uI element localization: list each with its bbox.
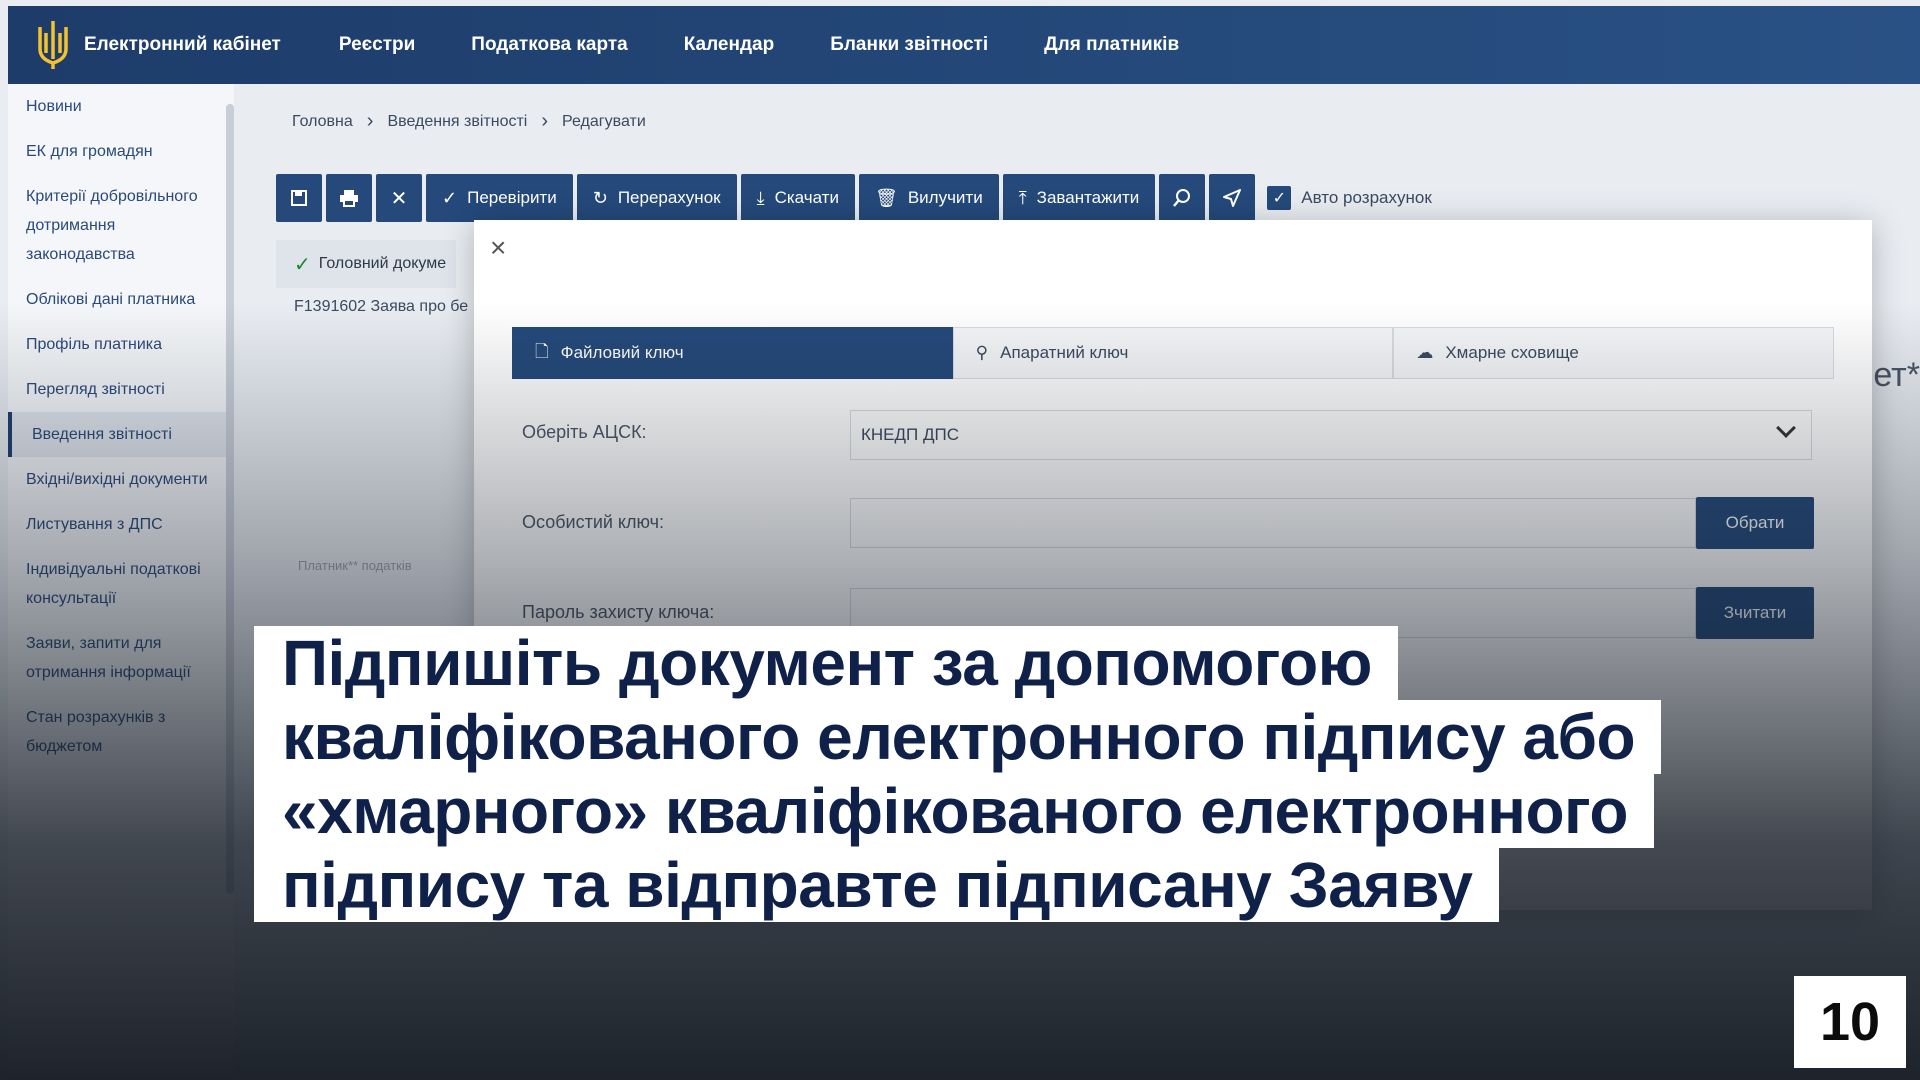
search-icon <box>1173 189 1191 207</box>
trash-icon: 🗑 <box>874 187 898 208</box>
private-key-label: Особистий ключ: <box>522 512 664 532</box>
caption-line: «хмарного» кваліфікованого електронного <box>254 774 1654 848</box>
nav-e-cabinet[interactable]: Електронний кабінет <box>84 34 281 56</box>
breadcrumb-edit: Редагувати <box>562 112 646 130</box>
nav-calendar[interactable]: Календар <box>684 34 775 56</box>
key-type-tabs: 🗋 Файловий ключ ⚲ Апаратний ключ ☁ Хмарн… <box>512 327 1835 379</box>
printer-icon <box>340 190 358 207</box>
sidebar-item-enter-reports[interactable]: Введення звітності <box>8 412 226 457</box>
caption-line: кваліфікованого електронного підпису або <box>254 700 1662 774</box>
main-document-tab[interactable]: ✓ Головний докуме <box>276 240 456 288</box>
nav-report-forms[interactable]: Бланки звітності <box>830 34 988 56</box>
toolbar: ✕ ✓ Перевірити ↻ Перерахунок ⤓ Скачати 🗑… <box>276 174 1432 222</box>
sidebar-item-budget-status[interactable]: Стан розрахунків з бюджетом <box>8 695 226 769</box>
refresh-icon: ↻ <box>592 187 608 208</box>
send-button[interactable] <box>1209 174 1256 222</box>
auto-calc-checkbox[interactable]: ✓ Авто розрахунок <box>1267 186 1432 210</box>
document-name: F1391602 Заява про бе <box>294 298 469 315</box>
sidebar: Новини ЕК для громадян Критерії добровіл… <box>8 84 234 1080</box>
breadcrumb-enter-reports[interactable]: Введення звітності <box>387 113 527 131</box>
sidebar-item-news[interactable]: Новини <box>8 84 226 129</box>
sidebar-item-payer-profile[interactable]: Профіль платника <box>8 322 226 367</box>
step-number-badge: 10 <box>1794 976 1906 1068</box>
upload-icon: ⤒ <box>1018 187 1027 208</box>
close-icon[interactable]: × <box>490 232 506 264</box>
nav-tax-map[interactable]: Податкова карта <box>471 34 627 56</box>
file-icon: 🗋 <box>535 341 549 361</box>
breadcrumb: Головна › Введення звітності › Редагуват… <box>292 110 646 133</box>
acsk-label: Оберіть АЦСК: <box>522 422 647 442</box>
caption-line: підпису та відправте підписану Заяву <box>254 848 1499 922</box>
checkmark-icon: ✓ <box>294 253 311 276</box>
title-fragment: ет* <box>1873 356 1920 394</box>
download-icon: ⤓ <box>756 187 765 208</box>
sidebar-item-view-reports[interactable]: Перегляд звітності <box>8 367 226 412</box>
nav-registers[interactable]: Реєстри <box>339 34 415 56</box>
sidebar-item-payer-data[interactable]: Облікові дані платника <box>8 277 226 322</box>
choose-key-button[interactable]: Обрати <box>1696 497 1814 549</box>
check-icon: ✓ <box>442 187 458 208</box>
key-icon: ⚲ <box>975 343 989 362</box>
tab-file-key[interactable]: 🗋 Файловий ключ <box>512 327 953 379</box>
top-header: Електронний кабінет Реєстри Податкова ка… <box>8 6 1920 84</box>
acsk-select[interactable]: КНЕДП ДПС <box>850 410 1812 460</box>
download-button[interactable]: ⤓ Скачати <box>740 174 855 222</box>
sidebar-scrollbar[interactable] <box>226 104 234 894</box>
sidebar-item-compliance-criteria[interactable]: Критерії добровільного дотримання законо… <box>8 174 226 277</box>
chevron-down-icon <box>1776 418 1796 438</box>
save-icon <box>291 190 307 206</box>
sidebar-item-citizens[interactable]: ЕК для громадян <box>8 129 226 174</box>
upload-button[interactable]: ⤒ Завантажити <box>1002 174 1156 222</box>
close-icon: ✕ <box>390 187 408 210</box>
caption-line: Підпишіть документ за допомогою <box>254 626 1398 700</box>
cloud-icon: ☁ <box>1416 343 1434 362</box>
checkbox-checked-icon: ✓ <box>1267 186 1292 210</box>
chevron-right-icon: › <box>366 110 374 132</box>
payer-label: Платник** податків <box>298 558 412 573</box>
sidebar-item-correspondence[interactable]: Листування з ДПС <box>8 502 226 547</box>
print-button[interactable] <box>326 174 372 222</box>
read-key-button[interactable]: Зчитати <box>1696 587 1814 639</box>
chevron-right-icon: › <box>541 110 549 132</box>
recalc-button[interactable]: ↻ Перерахунок <box>576 174 737 222</box>
send-icon <box>1223 189 1242 207</box>
sidebar-item-documents[interactable]: Вхідні/вихідні документи <box>8 457 226 502</box>
top-nav: Електронний кабінет Реєстри Податкова ка… <box>84 34 1235 56</box>
close-doc-button[interactable]: ✕ <box>376 174 422 222</box>
private-key-input[interactable] <box>850 498 1696 548</box>
save-button[interactable] <box>276 174 322 222</box>
sidebar-item-tax-consultations[interactable]: Індивідуальні податкові консультації <box>8 547 226 621</box>
instruction-caption: Підпишіть документ за допомогою кваліфік… <box>254 626 1662 922</box>
trident-logo-icon[interactable] <box>30 15 76 75</box>
tab-hardware-key[interactable]: ⚲ Апаратний ключ <box>952 327 1394 379</box>
sidebar-item-requests[interactable]: Заяви, запити для отримання інформації <box>8 621 226 695</box>
check-button[interactable]: ✓ Перевірити <box>426 174 573 222</box>
key-password-label: Пароль захисту ключа: <box>522 602 715 622</box>
nav-for-payers[interactable]: Для платників <box>1044 34 1179 56</box>
search-button[interactable] <box>1159 174 1206 222</box>
tab-cloud-storage[interactable]: ☁ Хмарне сховище <box>1393 327 1835 379</box>
breadcrumb-home[interactable]: Головна <box>292 113 353 131</box>
remove-button[interactable]: 🗑 Вилучити <box>858 174 999 222</box>
